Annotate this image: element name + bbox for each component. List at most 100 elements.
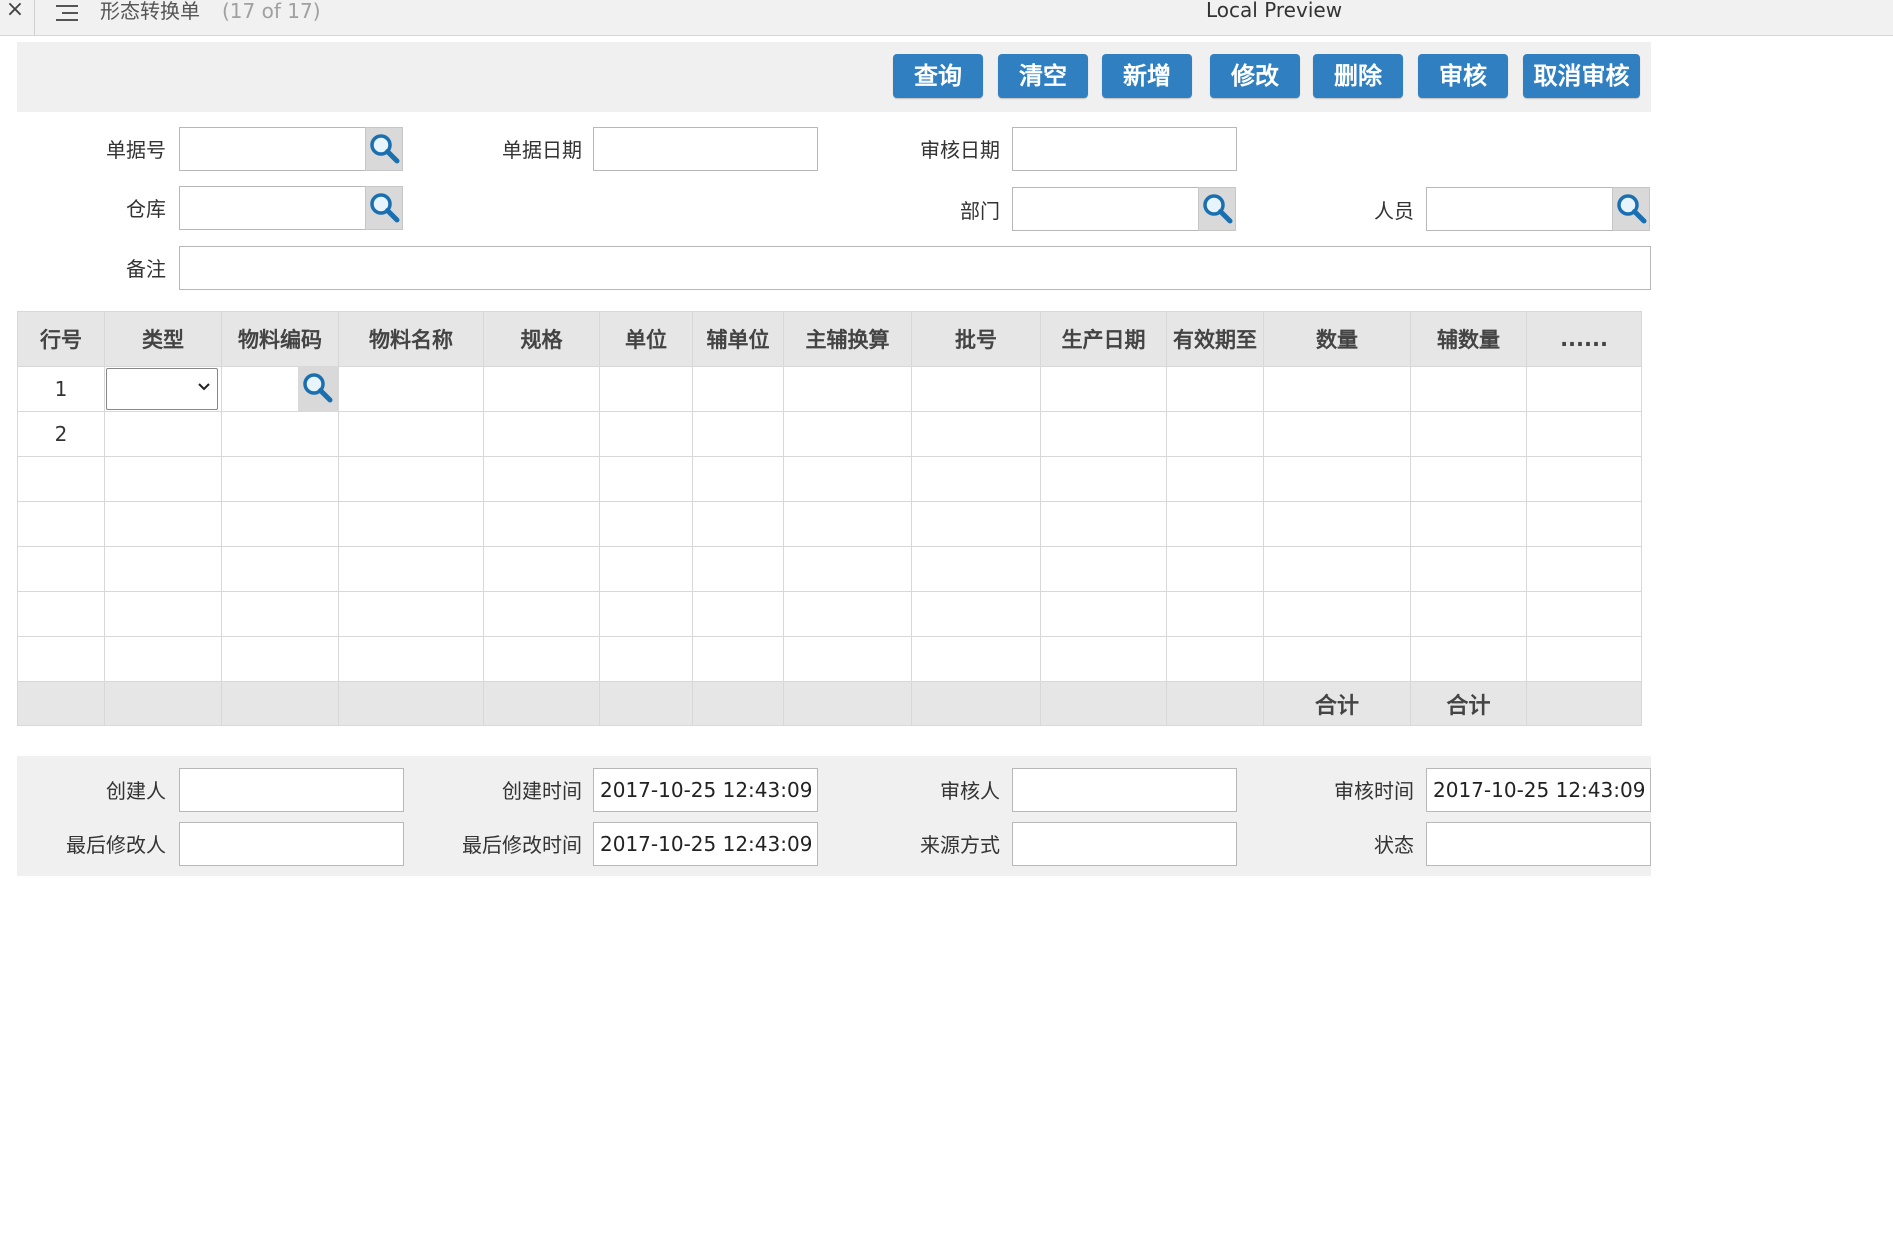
approve-button[interactable]: 审核 xyxy=(1418,54,1508,98)
grid-cell[interactable] xyxy=(1040,366,1167,412)
grid-cell[interactable] xyxy=(104,636,222,682)
grid-cell[interactable] xyxy=(1410,591,1527,637)
grid-cell[interactable] xyxy=(1040,411,1167,457)
grid-cell[interactable] xyxy=(1166,366,1264,412)
grid-cell[interactable] xyxy=(1263,636,1411,682)
source-input[interactable] xyxy=(1012,822,1237,866)
hamburger-menu-icon[interactable] xyxy=(56,2,82,22)
grid-cell[interactable] xyxy=(1410,501,1527,547)
grid-cell[interactable] xyxy=(221,636,339,682)
approver-input[interactable] xyxy=(1012,768,1237,812)
column-header[interactable]: ...... xyxy=(1526,311,1642,367)
grid-cell[interactable] xyxy=(1526,501,1642,547)
grid-cell[interactable] xyxy=(338,366,484,412)
grid-cell[interactable] xyxy=(483,456,600,502)
grid-cell[interactable] xyxy=(911,411,1041,457)
grid-cell[interactable] xyxy=(1526,546,1642,592)
grid-cell[interactable] xyxy=(1263,411,1411,457)
grid-cell[interactable] xyxy=(783,411,912,457)
grid-cell[interactable] xyxy=(692,366,784,412)
grid-cell[interactable] xyxy=(483,546,600,592)
grid-cell[interactable] xyxy=(483,366,600,412)
grid-cell[interactable] xyxy=(483,501,600,547)
grid-cell[interactable] xyxy=(692,591,784,637)
grid-cell[interactable] xyxy=(599,366,693,412)
create-time-input[interactable] xyxy=(593,768,818,812)
grid-cell[interactable] xyxy=(1410,366,1527,412)
grid-cell[interactable] xyxy=(221,591,339,637)
grid-cell[interactable] xyxy=(221,366,339,412)
grid-cell[interactable] xyxy=(104,366,222,412)
column-header[interactable]: 批号 xyxy=(911,311,1041,367)
material-code-search-button[interactable] xyxy=(298,367,338,411)
column-header[interactable]: 数量 xyxy=(1263,311,1411,367)
grid-cell[interactable] xyxy=(1263,456,1411,502)
grid-cell[interactable] xyxy=(599,456,693,502)
delete-button[interactable]: 删除 xyxy=(1313,54,1403,98)
grid-cell[interactable] xyxy=(1526,411,1642,457)
grid-cell[interactable] xyxy=(338,591,484,637)
department-search-button[interactable] xyxy=(1198,187,1236,231)
grid-cell[interactable] xyxy=(1040,501,1167,547)
column-header[interactable]: 单位 xyxy=(599,311,693,367)
grid-cell[interactable] xyxy=(1166,546,1264,592)
grid-cell[interactable] xyxy=(1526,591,1642,637)
grid-cell[interactable] xyxy=(1166,456,1264,502)
table-row[interactable] xyxy=(17,546,1642,592)
grid-cell[interactable] xyxy=(599,501,693,547)
grid-cell[interactable] xyxy=(104,411,222,457)
grid-cell[interactable] xyxy=(1166,411,1264,457)
doc-date-input[interactable] xyxy=(593,127,818,171)
person-search-button[interactable] xyxy=(1612,187,1650,231)
department-input[interactable] xyxy=(1012,187,1199,231)
grid-cell[interactable] xyxy=(221,501,339,547)
approve-date-input[interactable] xyxy=(1012,127,1237,171)
grid-cell[interactable] xyxy=(783,366,912,412)
grid-cell[interactable] xyxy=(911,591,1041,637)
grid-cell[interactable] xyxy=(1526,636,1642,682)
grid-cell[interactable] xyxy=(599,591,693,637)
column-header[interactable]: 类型 xyxy=(104,311,222,367)
grid-cell[interactable] xyxy=(1526,456,1642,502)
clear-button[interactable]: 清空 xyxy=(998,54,1088,98)
table-row[interactable] xyxy=(17,636,1642,682)
grid-cell[interactable] xyxy=(1263,501,1411,547)
grid-cell[interactable] xyxy=(1263,366,1411,412)
grid-cell[interactable] xyxy=(338,546,484,592)
doc-no-input[interactable] xyxy=(179,127,366,171)
grid-cell[interactable] xyxy=(1040,636,1167,682)
grid-cell[interactable] xyxy=(692,501,784,547)
grid-cell[interactable] xyxy=(338,636,484,682)
grid-cell[interactable] xyxy=(338,456,484,502)
column-header[interactable]: 行号 xyxy=(17,311,105,367)
grid-cell[interactable] xyxy=(483,636,600,682)
grid-cell[interactable] xyxy=(783,501,912,547)
grid-cell[interactable] xyxy=(692,636,784,682)
grid-cell[interactable] xyxy=(599,546,693,592)
grid-cell[interactable] xyxy=(338,501,484,547)
table-row[interactable]: 2 xyxy=(17,411,1642,457)
column-header[interactable]: 物料名称 xyxy=(338,311,484,367)
grid-cell[interactable] xyxy=(1410,456,1527,502)
grid-cell[interactable] xyxy=(692,411,784,457)
doc-no-search-button[interactable] xyxy=(365,127,403,171)
table-row[interactable]: 1 xyxy=(17,366,1642,412)
column-header[interactable]: 主辅换算 xyxy=(783,311,912,367)
column-header[interactable]: 物料编码 xyxy=(221,311,339,367)
cancel-approve-button[interactable]: 取消审核 xyxy=(1523,54,1640,98)
grid-cell[interactable] xyxy=(1410,546,1527,592)
remark-input[interactable] xyxy=(179,246,1651,290)
grid-cell[interactable] xyxy=(1040,591,1167,637)
edit-button[interactable]: 修改 xyxy=(1210,54,1300,98)
grid-cell[interactable] xyxy=(911,546,1041,592)
approve-time-input[interactable] xyxy=(1426,768,1651,812)
table-row[interactable] xyxy=(17,501,1642,547)
column-header[interactable]: 辅数量 xyxy=(1410,311,1527,367)
close-icon[interactable]: × xyxy=(4,0,26,22)
grid-cell[interactable] xyxy=(1410,636,1527,682)
person-input[interactable] xyxy=(1426,187,1613,231)
grid-cell[interactable] xyxy=(783,591,912,637)
grid-cell[interactable] xyxy=(1166,501,1264,547)
column-header[interactable]: 辅单位 xyxy=(692,311,784,367)
grid-cell[interactable] xyxy=(1410,411,1527,457)
